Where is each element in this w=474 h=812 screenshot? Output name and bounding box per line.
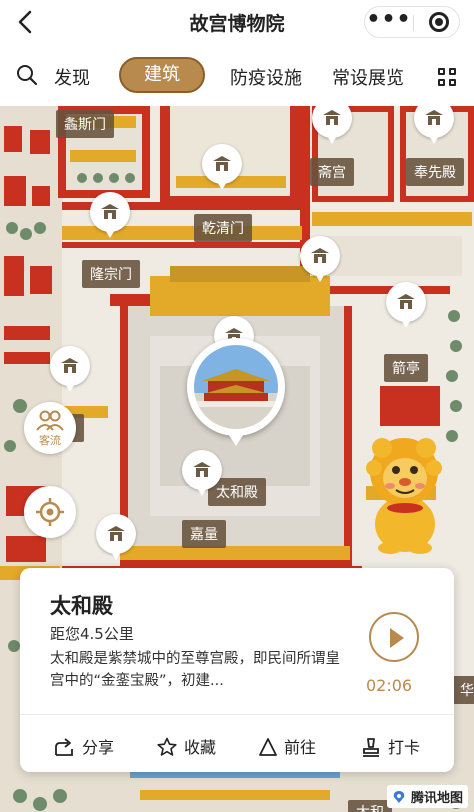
share-icon [55, 738, 73, 756]
favorite-label: 收藏 [184, 738, 217, 757]
tencent-map-logo-icon [394, 791, 405, 803]
map-pin[interactable] [182, 450, 222, 496]
navigate-icon [259, 738, 277, 756]
tab-epidemic-facilities[interactable]: 防疫设施 [230, 64, 302, 90]
navigate-button[interactable]: 前往 [258, 734, 316, 758]
favorite-button[interactable]: 收藏 [156, 734, 216, 758]
map-pin[interactable] [414, 106, 454, 144]
building-icon [425, 110, 443, 125]
building-name: 太和殿 [50, 594, 113, 618]
map-pin[interactable] [96, 514, 136, 560]
crowd-flow-button[interactable]: 客流 [24, 402, 76, 454]
locate-button[interactable] [24, 486, 76, 538]
checkin-label: 打卡 [388, 738, 421, 757]
locate-icon [36, 498, 64, 526]
building-icon [323, 110, 341, 125]
grid-menu-icon[interactable] [438, 68, 456, 86]
building-icon [311, 248, 329, 263]
more-button[interactable]: ••• [365, 7, 413, 37]
crowd-flow-label: 客流 [39, 434, 61, 447]
map-label[interactable]: 螽斯门 [56, 110, 114, 138]
map-pin[interactable] [300, 236, 340, 282]
map-pin[interactable] [90, 192, 130, 238]
map-pin[interactable] [202, 144, 242, 190]
building-icon [101, 204, 119, 219]
building-icon [193, 462, 211, 477]
tab-exhibitions[interactable]: 常设展览 [332, 64, 404, 90]
map-pin[interactable] [50, 346, 90, 392]
nav-bar: 故宫博物院 ••• [0, 0, 474, 44]
map-label[interactable]: 斋宫 [310, 158, 354, 186]
map-pin[interactable] [312, 106, 352, 144]
share-label: 分享 [82, 738, 115, 757]
building-info-card[interactable]: 太和殿 距您4.5公里 太和殿是紫禁城中的至尊宫殿，即民间所谓皇宫中的“金銮宝殿… [20, 568, 454, 772]
share-button[interactable]: 分享 [54, 734, 114, 758]
tab-discover[interactable]: 发现 [54, 64, 90, 90]
map-attribution-text: 腾讯地图 [410, 791, 463, 806]
lion-mascot[interactable] [360, 424, 450, 554]
checkin-button[interactable]: 打卡 [360, 734, 420, 758]
building-photo [194, 345, 278, 429]
map-label[interactable]: 太和 [348, 800, 392, 812]
map-label[interactable]: 箭亭 [384, 354, 428, 382]
capsule-divider [413, 15, 414, 31]
people-icon [36, 410, 64, 431]
map-pin[interactable] [386, 282, 426, 328]
map-attribution: 腾讯地图 [387, 785, 468, 808]
audio-duration: 02:06 [366, 676, 413, 695]
map-label[interactable]: 奉先殿 [406, 158, 464, 186]
close-miniprogram-button[interactable] [429, 12, 449, 32]
selected-building-pin[interactable] [187, 338, 285, 456]
mini-program-capsule: ••• [364, 6, 460, 38]
building-icon [397, 294, 415, 309]
building-description: 太和殿是紫禁城中的至尊宫殿，即民间所谓皇宫中的“金銮宝殿”，初建... [50, 651, 340, 689]
map-label[interactable]: 嘉量 [182, 520, 226, 548]
map-label[interactable]: 隆宗门 [82, 260, 140, 288]
distance-text: 距您4.5公里 [50, 625, 134, 643]
divider [20, 714, 454, 715]
audio-play-button[interactable] [369, 612, 419, 662]
building-icon [61, 358, 79, 373]
stamp-icon [363, 738, 379, 757]
search-icon[interactable] [16, 64, 38, 86]
tab-architecture[interactable]: 建筑 [119, 57, 205, 93]
building-icon [213, 156, 231, 171]
map-label[interactable]: 乾清门 [194, 214, 252, 242]
navigate-label: 前往 [284, 738, 317, 757]
star-icon [157, 737, 177, 756]
map-label[interactable]: 华殿 [452, 676, 474, 704]
building-icon [107, 526, 125, 541]
category-tabs: 发现 建筑 防疫设施 常设展览 [0, 44, 474, 106]
